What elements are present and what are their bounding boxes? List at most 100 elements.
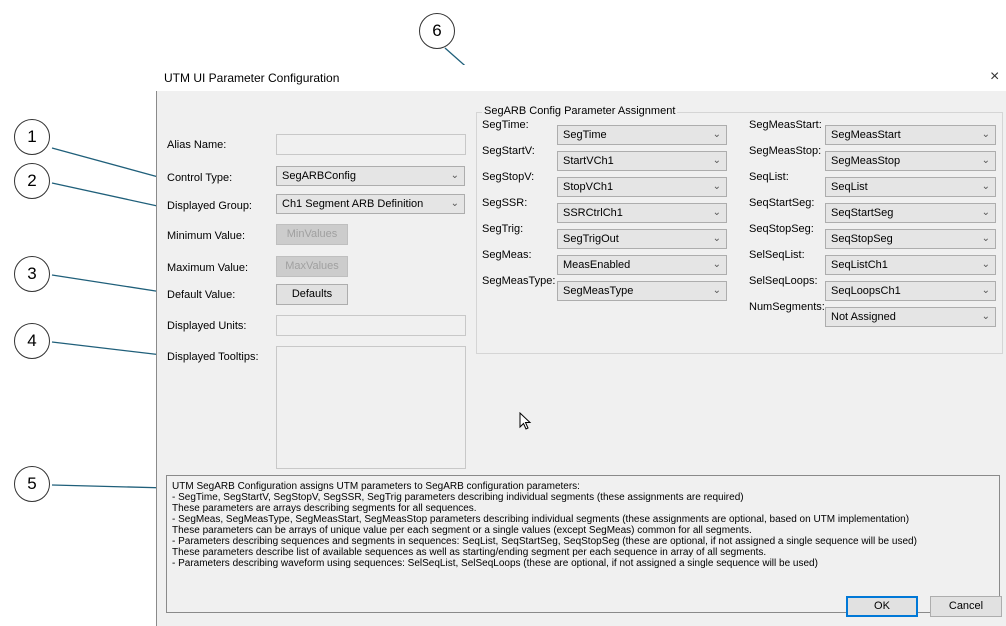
assignment-left-label: SegStartV: <box>482 145 535 157</box>
chevron-down-icon: ⌄ <box>712 259 721 270</box>
chevron-down-icon: ⌄ <box>712 155 721 166</box>
callout-line-1 <box>51 147 163 179</box>
assignment-right-select[interactable]: SeqListCh1 ⌄ <box>825 255 996 275</box>
cancel-button[interactable]: Cancel <box>930 596 1002 617</box>
assignment-left-select[interactable]: SegMeasType ⌄ <box>557 281 727 301</box>
chevron-down-icon: ⌄ <box>712 233 721 244</box>
chevron-down-icon: ⌄ <box>712 285 721 296</box>
assignment-right-select[interactable]: SegMeasStop ⌄ <box>825 151 996 171</box>
max-values-button: MaxValues <box>276 256 348 277</box>
min-values-button: MinValues <box>276 224 348 245</box>
info-line: - Parameters describing sequences and se… <box>172 536 917 547</box>
assignment-right-label: SegMeasStop: <box>749 145 822 157</box>
chevron-down-icon: ⌄ <box>981 129 990 140</box>
displayed-group-label: Displayed Group: <box>167 200 252 212</box>
close-icon[interactable]: × <box>990 68 999 86</box>
chevron-down-icon: ⌄ <box>981 311 990 322</box>
displayed-tooltips-field <box>276 346 466 469</box>
alias-name-label: Alias Name: <box>167 139 227 151</box>
chevron-down-icon: ⌄ <box>450 170 459 181</box>
chevron-down-icon: ⌄ <box>981 207 990 218</box>
assignment-left-value: SegTrigOut <box>563 233 619 245</box>
mouse-pointer-icon <box>519 412 532 430</box>
assignment-right-value: SeqStopSeg <box>831 233 893 245</box>
chevron-down-icon: ⌄ <box>712 129 721 140</box>
control-type-value: SegARBConfig <box>282 170 356 182</box>
displayed-units-label: Displayed Units: <box>167 320 247 332</box>
callout-4: 4 <box>14 323 50 359</box>
assignment-left-label: SegMeasType: <box>482 275 556 287</box>
displayed-group-select[interactable]: Ch1 Segment ARB Definition ⌄ <box>276 194 465 214</box>
assignment-right-value: Not Assigned <box>831 311 896 323</box>
assignment-left-select[interactable]: SSRCtrlCh1 ⌄ <box>557 203 727 223</box>
info-line: These parameters describe list of availa… <box>172 547 767 558</box>
info-line: These parameters can be arrays of unique… <box>172 525 752 536</box>
assignment-left-select[interactable]: StartVCh1 ⌄ <box>557 151 727 171</box>
assignment-right-label: SelSeqList: <box>749 249 805 261</box>
info-line: UTM SegARB Configuration assigns UTM par… <box>172 481 580 492</box>
defaults-button[interactable]: Defaults <box>276 284 348 305</box>
assignment-right-select[interactable]: SeqList ⌄ <box>825 177 996 197</box>
assignment-left-label: SegTrig: <box>482 223 524 235</box>
callout-3: 3 <box>14 256 50 292</box>
ok-button[interactable]: OK <box>846 596 918 617</box>
displayed-group-value: Ch1 Segment ARB Definition <box>282 198 424 210</box>
assignment-left-label: SegMeas: <box>482 249 532 261</box>
callout-2: 2 <box>14 163 50 199</box>
info-line: - SegMeas, SegMeasType, SegMeasStart, Se… <box>172 514 910 525</box>
assignment-left-value: SegTime <box>563 129 607 141</box>
assignment-left-value: SSRCtrlCh1 <box>563 207 623 219</box>
assignment-right-value: SegMeasStop <box>831 155 901 167</box>
info-line: These parameters are arrays describing s… <box>172 503 477 514</box>
assignment-right-value: SeqList <box>831 181 868 193</box>
callout-6: 6 <box>419 13 455 49</box>
info-text-box: UTM SegARB Configuration assigns UTM par… <box>166 475 1000 613</box>
callout-line-4 <box>51 341 163 356</box>
control-type-select[interactable]: SegARBConfig ⌄ <box>276 166 465 186</box>
assignment-right-value: SeqStartSeg <box>831 207 894 219</box>
assignment-left-label: SegTime: <box>482 119 529 131</box>
assignment-left-select[interactable]: SegTime ⌄ <box>557 125 727 145</box>
assignment-right-label: SeqStopSeg: <box>749 223 814 235</box>
assignment-left-value: MeasEnabled <box>563 259 631 271</box>
info-line: - Parameters describing waveform using s… <box>172 558 818 569</box>
default-value-label: Default Value: <box>167 289 236 301</box>
assignment-right-value: SeqLoopsCh1 <box>831 285 901 297</box>
control-type-label: Control Type: <box>167 172 233 184</box>
callout-5: 5 <box>14 466 50 502</box>
chevron-down-icon: ⌄ <box>981 233 990 244</box>
displayed-units-field <box>276 315 466 336</box>
callout-line-5 <box>51 484 169 489</box>
assignment-left-select[interactable]: StopVCh1 ⌄ <box>557 177 727 197</box>
chevron-down-icon: ⌄ <box>450 198 459 209</box>
callout-1: 1 <box>14 119 50 155</box>
chevron-down-icon: ⌄ <box>981 259 990 270</box>
assignment-right-value: SegMeasStart <box>831 129 901 141</box>
minimum-value-label: Minimum Value: <box>167 230 246 242</box>
assignment-left-select[interactable]: MeasEnabled ⌄ <box>557 255 727 275</box>
assignment-right-label: SeqList: <box>749 171 789 183</box>
info-line: - SegTime, SegStartV, SegStopV, SegSSR, … <box>172 492 744 503</box>
assignment-right-select[interactable]: SeqLoopsCh1 ⌄ <box>825 281 996 301</box>
assignment-right-select[interactable]: SeqStopSeg ⌄ <box>825 229 996 249</box>
assignment-right-select[interactable]: SegMeasStart ⌄ <box>825 125 996 145</box>
chevron-down-icon: ⌄ <box>981 285 990 296</box>
assignment-right-label: SegMeasStart: <box>749 119 822 131</box>
assignment-left-value: StopVCh1 <box>563 181 614 193</box>
chevron-down-icon: ⌄ <box>981 181 990 192</box>
dialog-title: UTM UI Parameter Configuration <box>164 71 340 85</box>
assignment-right-select[interactable]: SeqStartSeg ⌄ <box>825 203 996 223</box>
assignment-left-select[interactable]: SegTrigOut ⌄ <box>557 229 727 249</box>
assignment-right-label: SelSeqLoops: <box>749 275 818 287</box>
chevron-down-icon: ⌄ <box>712 181 721 192</box>
assignment-right-label: SeqStartSeg: <box>749 197 815 209</box>
assignment-left-label: SegSSR: <box>482 197 528 209</box>
chevron-down-icon: ⌄ <box>712 207 721 218</box>
group-title: SegARB Config Parameter Assignment <box>482 105 678 117</box>
assignment-right-select[interactable]: Not Assigned ⌄ <box>825 307 996 327</box>
callout-line-2 <box>51 182 163 208</box>
assignment-left-label: SegStopV: <box>482 171 535 183</box>
assignment-left-value: SegMeasType <box>563 285 634 297</box>
assignment-right-value: SeqListCh1 <box>831 259 888 271</box>
chevron-down-icon: ⌄ <box>981 155 990 166</box>
